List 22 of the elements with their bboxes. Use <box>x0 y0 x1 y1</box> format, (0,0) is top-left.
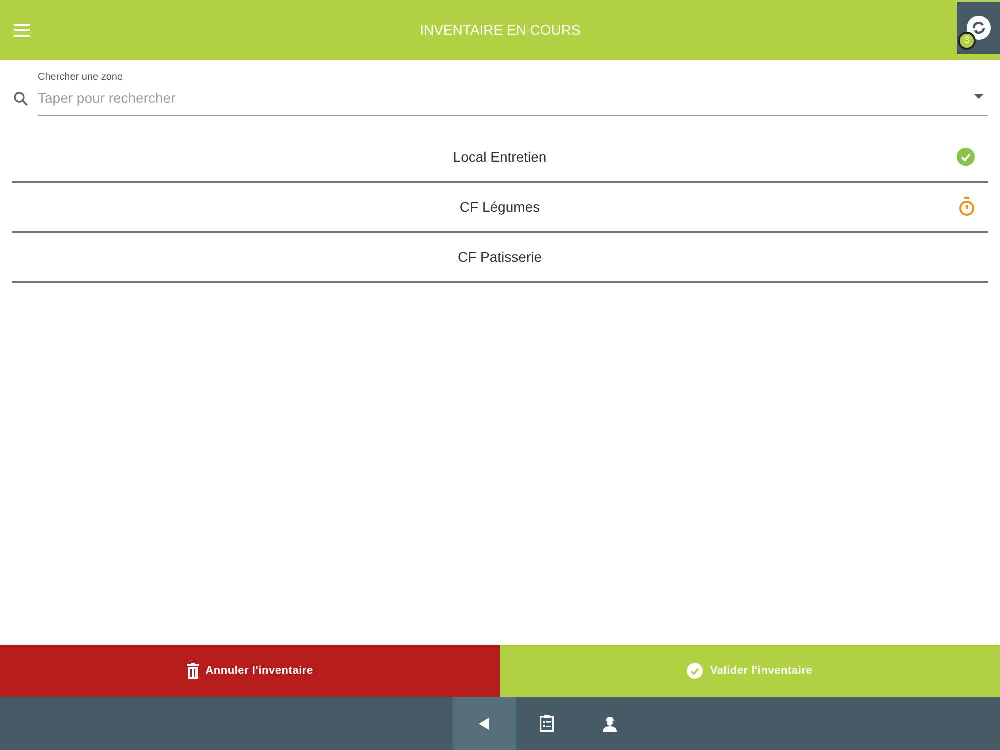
cancel-button[interactable]: Annuler l'inventaire <box>0 645 500 697</box>
zone-row[interactable]: CF Patisserie <box>12 233 988 283</box>
zone-row[interactable]: CF Légumes <box>12 183 988 233</box>
zone-name: CF Légumes <box>460 198 540 217</box>
search-icon <box>12 90 30 108</box>
check-circle-icon <box>957 148 975 166</box>
check-circle-icon <box>687 663 704 679</box>
zone-name: CF Patisserie <box>458 248 542 266</box>
menu-icon <box>14 24 30 36</box>
search-input[interactable]: Taper pour rechercher <box>38 88 974 109</box>
zone-search-field[interactable]: Chercher une zone Taper pour rechercher <box>38 70 988 116</box>
page-title: INVENTAIRE EN COURS <box>420 20 581 40</box>
stopwatch-icon <box>959 197 975 217</box>
back-arrow-icon <box>479 718 489 730</box>
field-label: Chercher une zone <box>38 71 124 85</box>
worker-icon <box>603 716 617 732</box>
zone-row[interactable]: Local Entretien <box>12 133 988 183</box>
clipboard-list-icon <box>540 715 554 732</box>
zone-name: Local Entretien <box>453 148 547 166</box>
trash-icon <box>186 663 199 679</box>
dropdown-caret-icon <box>974 94 984 100</box>
sync-count-badge: 3 <box>958 32 976 50</box>
